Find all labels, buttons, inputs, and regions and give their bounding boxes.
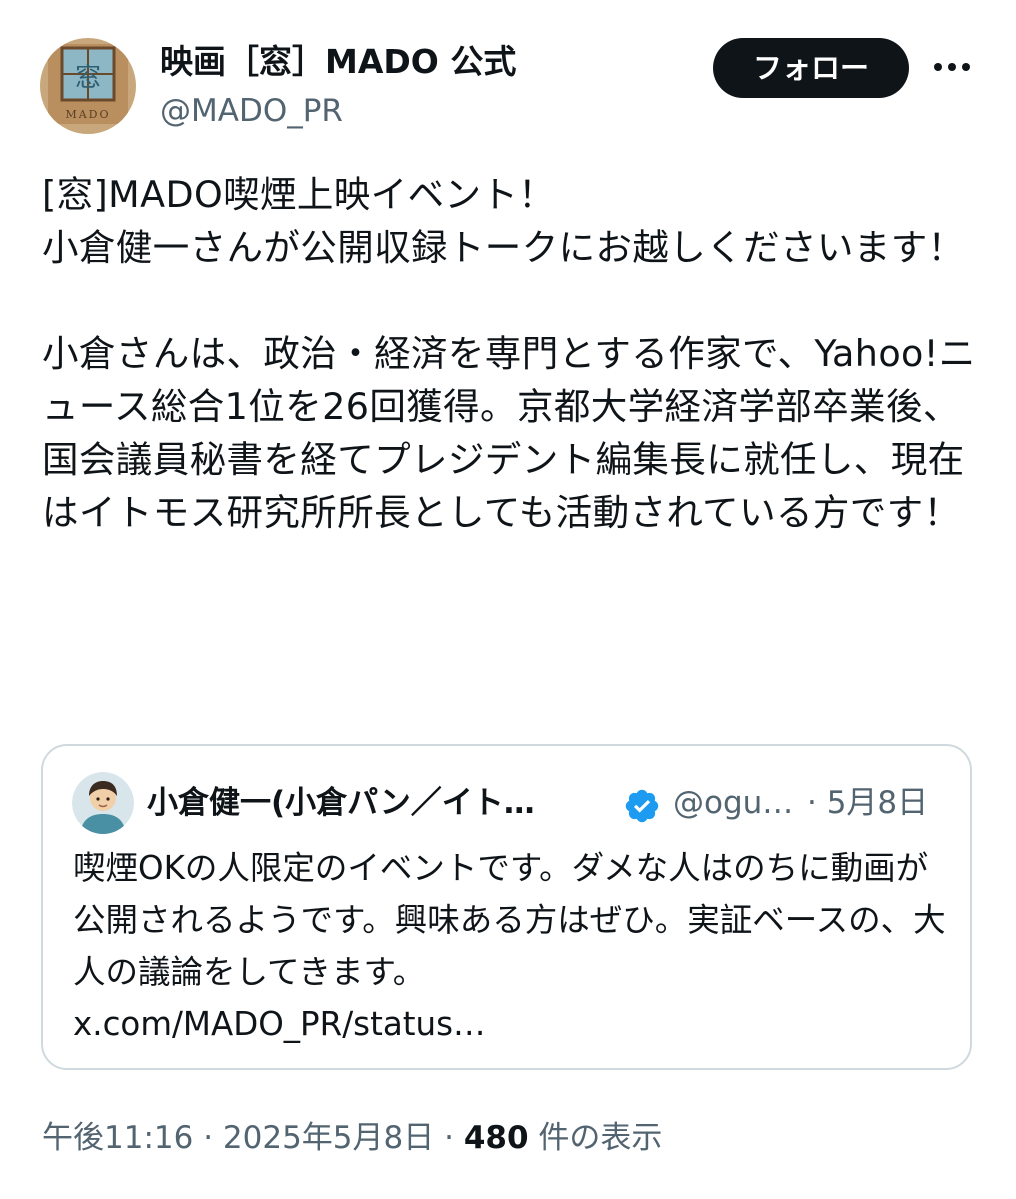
follow-button[interactable]: フォロー <box>713 38 909 98</box>
more-horizontal-icon[interactable] <box>930 52 974 82</box>
quoted-author-handle: @ogu… <box>673 785 794 821</box>
quoted-tweet-link[interactable]: x.com/MADO_PR/status… <box>73 998 953 1050</box>
avatar-image: 窓 MADO <box>40 38 136 134</box>
tweet-date[interactable]: 2025年5月8日 <box>223 1120 434 1156</box>
svg-text:窓: 窓 <box>75 63 101 93</box>
author-avatar[interactable]: 窓 MADO <box>40 38 136 134</box>
verified-badge-icon <box>623 787 661 825</box>
author-display-name[interactable]: 映画［窓］MADO 公式 <box>160 40 516 84</box>
quoted-tweet-date[interactable]: · 5月8日 <box>807 782 928 824</box>
quoted-tweet-card[interactable]: 小倉健一(小倉パン／イト… @ogu… · 5月8日 喫煙OKの人限定のイベント… <box>41 744 972 1070</box>
quoted-author-name: 小倉健一(小倉パン／イト… <box>147 785 535 821</box>
author-handle[interactable]: @MADO_PR <box>160 90 343 132</box>
views-label: 件の表示 <box>528 1120 663 1156</box>
quoted-tweet-text: 喫煙OKの人限定のイベントです。ダメな人はのちに動画が公開されるようです。興味あ… <box>73 849 946 991</box>
tweet-time[interactable]: 午後11:16 <box>42 1120 193 1156</box>
meta-separator: · <box>434 1120 464 1156</box>
tweet-text: [窓]MADO喫煙上映イベント！ 小倉健一さんが公開収録トークにお越しくださいま… <box>42 173 976 534</box>
views-count[interactable]: 480 <box>464 1120 529 1156</box>
tweet-meta: 午後11:16 · 2025年5月8日 · 480 件の表示 <box>42 1116 662 1160</box>
meta-separator: · <box>193 1120 223 1156</box>
avatar-caption: MADO <box>65 108 110 121</box>
quoted-author-avatar <box>72 772 134 834</box>
